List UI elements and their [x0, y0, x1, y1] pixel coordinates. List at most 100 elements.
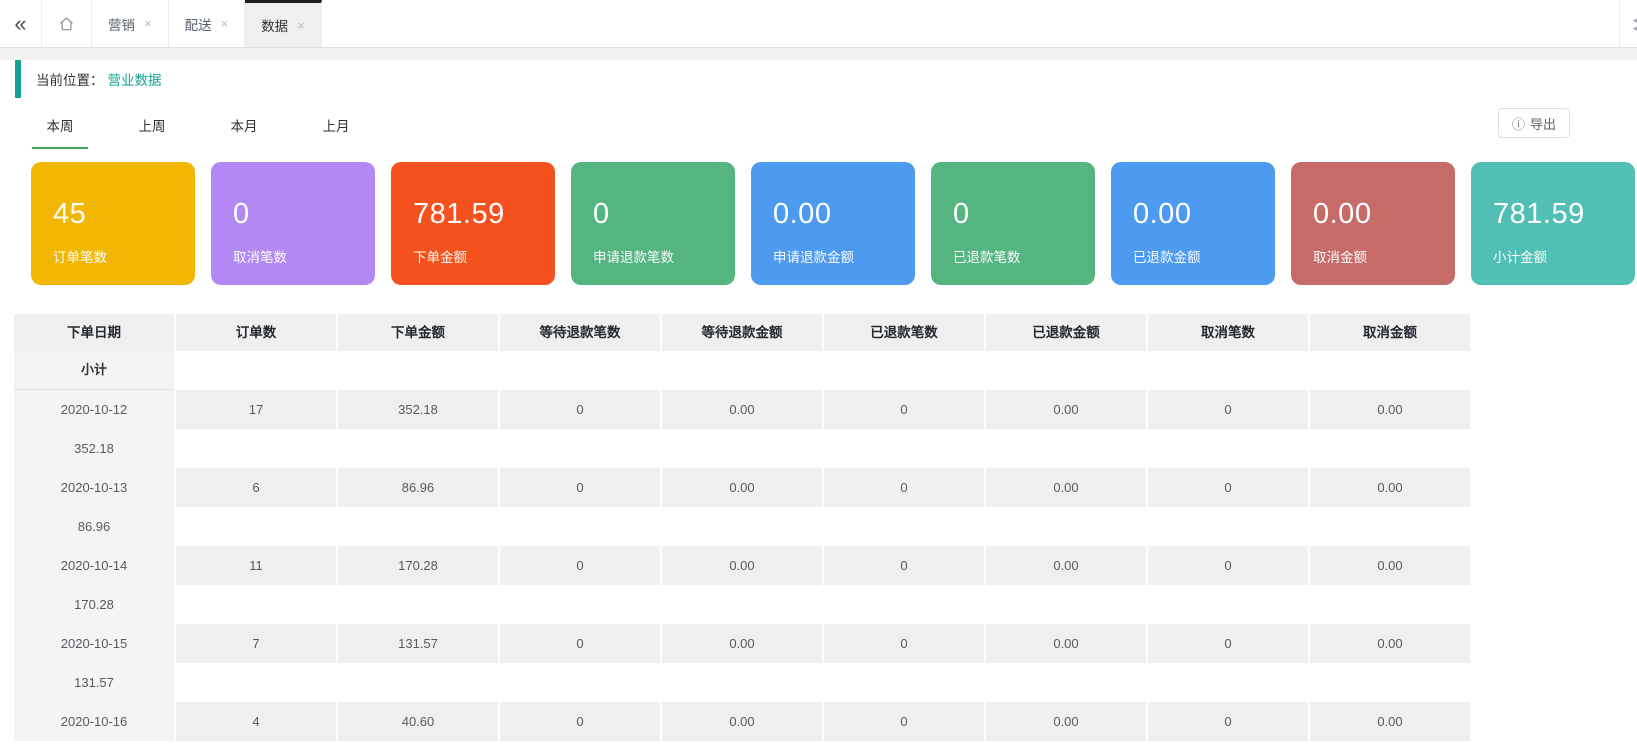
table-cell: 0.00: [662, 702, 822, 741]
period-filter-row: 本周上周本月上月 ⓘ 导出: [0, 98, 1637, 150]
table-cell: [176, 351, 336, 390]
table-cell: 0: [1148, 390, 1308, 429]
window-tabs: 营销×配送×数据×: [92, 0, 322, 47]
table-cell: [500, 585, 660, 624]
table-cell: [500, 351, 660, 390]
table-cell: 0: [824, 468, 984, 507]
window-tab[interactable]: 营销 ×: [92, 0, 169, 47]
stat-card-value: 0.00: [1313, 198, 1455, 231]
export-button-label: 导出: [1530, 114, 1556, 133]
table-cell: [176, 429, 336, 468]
table-cell: [1310, 351, 1470, 390]
business-data-table: 下单日期小计2020-10-12352.182020-10-1386.96202…: [14, 314, 1637, 741]
table-column-header: 已退款金额: [986, 314, 1146, 351]
double-chevron-left-icon: «: [14, 11, 26, 37]
table-cell: 0.00: [662, 390, 822, 429]
tab-home[interactable]: [42, 0, 92, 47]
table-cell: 0.00: [1310, 390, 1470, 429]
window-tab[interactable]: 配送×: [169, 0, 246, 47]
table-cell: 0.00: [986, 390, 1146, 429]
table-cell: 11: [176, 546, 336, 585]
table-cell: [662, 663, 822, 702]
table-cell: 2020-10-13: [14, 468, 174, 507]
table-cell: [176, 585, 336, 624]
period-tab[interactable]: 本周: [32, 98, 88, 149]
table-cell: [824, 585, 984, 624]
table-column-header: 等待退款笔数: [500, 314, 660, 351]
table-cell: 170.28: [338, 546, 498, 585]
table-cell: [500, 429, 660, 468]
export-button[interactable]: ⓘ 导出: [1498, 108, 1570, 138]
breadcrumb: 当前位置： 营业数据: [0, 60, 1637, 98]
table-cell: [986, 507, 1146, 546]
period-tabs: 本周上周本月上月: [32, 98, 400, 149]
table-cell: [338, 585, 498, 624]
table-cell: [338, 429, 498, 468]
table-cell: 131.57: [14, 663, 174, 702]
stat-card-label: 已退款金额: [1133, 246, 1275, 266]
table-cell: [176, 507, 336, 546]
stat-card-label: 申请退款金额: [773, 246, 915, 266]
window-tab[interactable]: 数据×: [245, 0, 322, 47]
period-tab[interactable]: 上月: [308, 98, 364, 147]
table-cell: 0: [1148, 624, 1308, 663]
table-cell: 0: [824, 702, 984, 741]
table-cell: 0: [500, 624, 660, 663]
table-cell: 小计: [14, 351, 174, 390]
stat-card-value: 781.59: [1493, 198, 1635, 231]
close-icon[interactable]: ×: [297, 18, 305, 33]
period-tab[interactable]: 本月: [216, 98, 272, 147]
table-cell: 0: [500, 390, 660, 429]
stat-card-value: 0: [233, 198, 375, 231]
table-cell: [986, 351, 1146, 390]
stat-card: 0已退款笔数: [931, 162, 1095, 285]
table-column: 取消笔数00000: [1148, 314, 1308, 741]
table-cell: 0: [500, 468, 660, 507]
table-cell: 40.60: [338, 702, 498, 741]
table-cell: 6: [176, 468, 336, 507]
table-column: 订单数1761174: [176, 314, 336, 741]
stat-card-label: 取消金额: [1313, 246, 1455, 266]
table-cell: 0.00: [662, 546, 822, 585]
table-cell: [500, 507, 660, 546]
breadcrumb-link-business-data[interactable]: 营业数据: [108, 69, 162, 89]
close-icon[interactable]: ×: [221, 16, 229, 31]
stat-card-row: 45订单笔数0取消笔数781.59下单金额0申请退款笔数0.00申请退款金额0已…: [0, 150, 1637, 285]
table-cell: [1310, 585, 1470, 624]
stat-card-label: 小计金额: [1493, 246, 1635, 266]
table-cell: 0: [824, 546, 984, 585]
export-circle-icon: ⓘ: [1512, 114, 1525, 133]
table-column: 已退款金额0.000.000.000.000.00: [986, 314, 1146, 741]
stat-card-label: 申请退款笔数: [593, 246, 735, 266]
table-cell: 0: [1148, 468, 1308, 507]
breadcrumb-accent-bar: [15, 60, 21, 98]
table-cell: 86.96: [14, 507, 174, 546]
close-icon[interactable]: ×: [144, 16, 152, 31]
table-cell: 0.00: [986, 546, 1146, 585]
stat-card: 0.00 已退款金额: [1111, 162, 1275, 285]
stat-card-value: 0: [593, 198, 735, 231]
table-column-header: 订单数: [176, 314, 336, 351]
window-tab-label: 营销: [108, 14, 135, 34]
table-cell: [824, 507, 984, 546]
stat-card: 0 申请退款笔数: [571, 162, 735, 285]
table-cell: [662, 507, 822, 546]
table-cell: 4: [176, 702, 336, 741]
table-cell: [824, 429, 984, 468]
stat-card-label: 下单金额: [413, 246, 555, 266]
table-cell: 0.00: [1310, 468, 1470, 507]
table-cell: [824, 663, 984, 702]
clipped-corner-icon: ◂◂: [1619, 0, 1637, 47]
table-cell: 0.00: [986, 624, 1146, 663]
stat-card-value: 0.00: [1133, 198, 1275, 231]
table-cell: [338, 663, 498, 702]
table-cell: 2020-10-15: [14, 624, 174, 663]
table-cell: [986, 663, 1146, 702]
table-cell: [338, 351, 498, 390]
stat-card-value: 0.00: [773, 198, 915, 231]
table-cell: [1310, 429, 1470, 468]
table-cell: 2020-10-12: [14, 390, 174, 429]
collapse-sidebar-button[interactable]: «: [0, 0, 42, 47]
period-tab[interactable]: 上周: [124, 98, 180, 147]
table-cell: 0: [500, 702, 660, 741]
